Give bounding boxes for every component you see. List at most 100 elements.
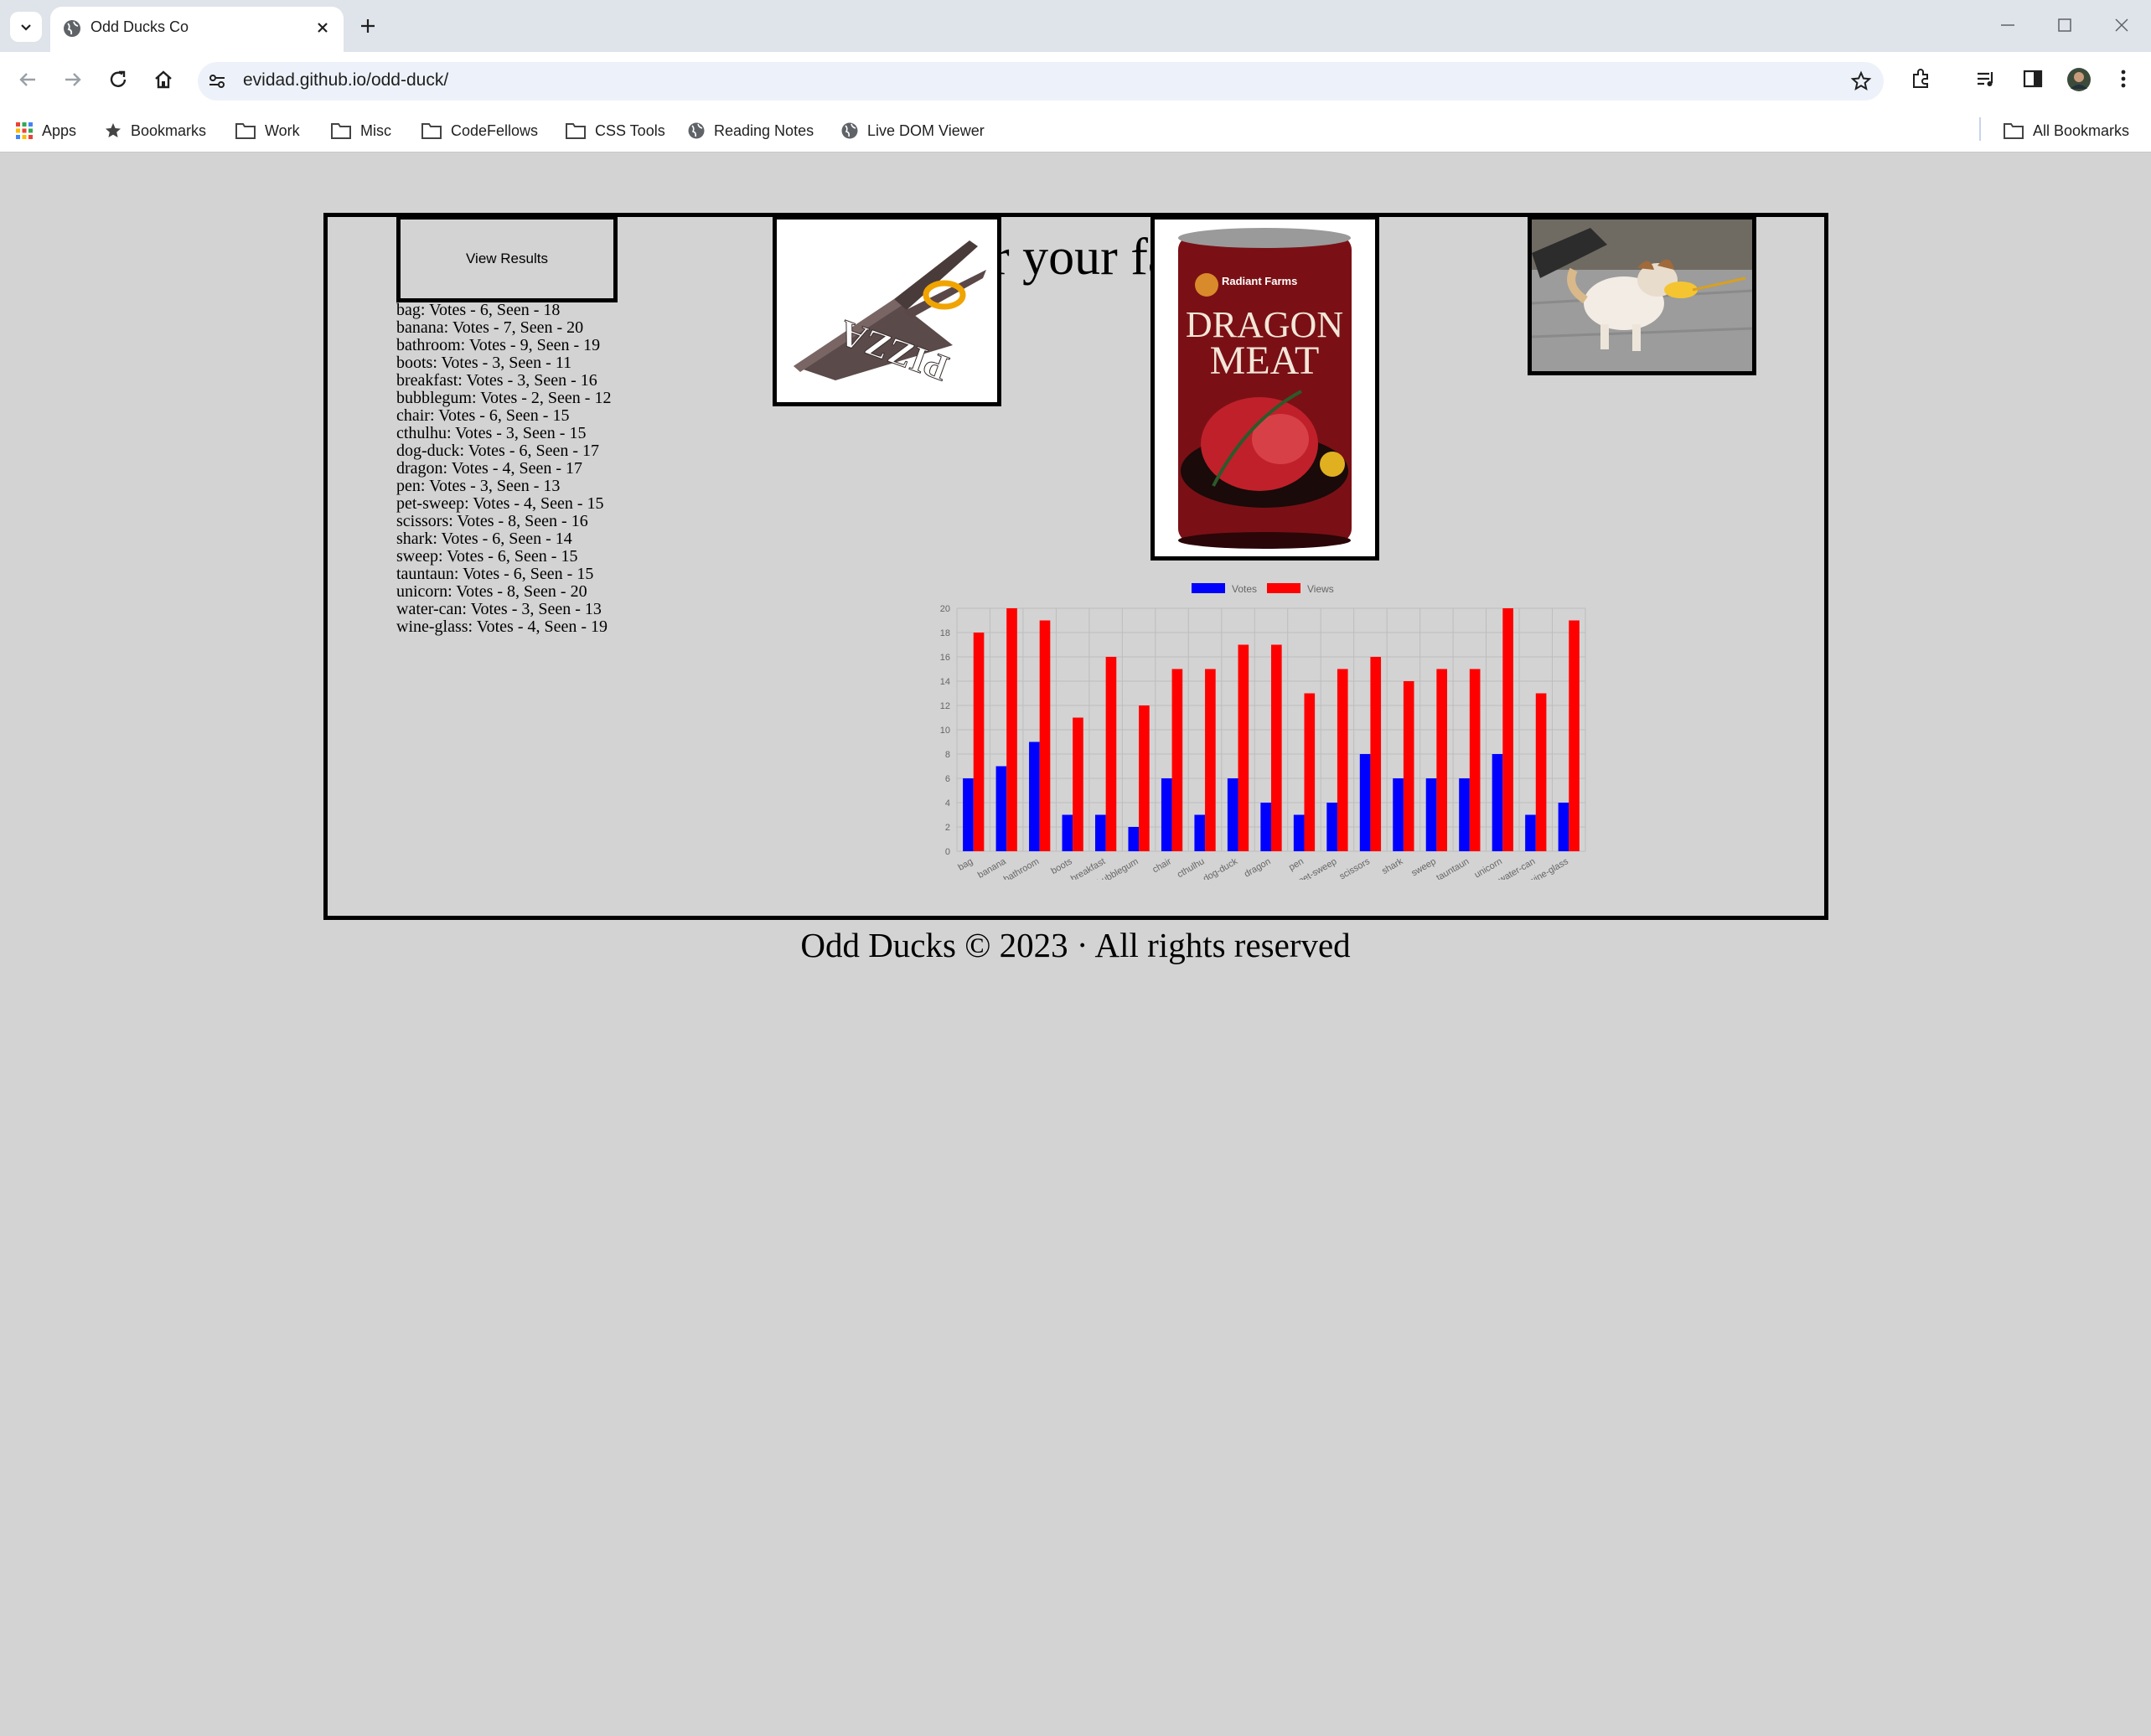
bookmark-star-icon[interactable] xyxy=(1850,70,1872,92)
product-image-dog-duck[interactable] xyxy=(1528,215,1756,375)
x-tick-label: dragon xyxy=(1243,856,1273,880)
folder-icon xyxy=(421,123,442,139)
new-tab-button[interactable] xyxy=(352,10,384,42)
bar-votes xyxy=(1062,814,1073,851)
bookmark-reading-notes[interactable]: Reading Notes xyxy=(687,119,814,142)
url-text: evidad.github.io/odd-duck/ xyxy=(243,70,449,90)
bookmarks-divider xyxy=(1979,117,1981,141)
y-tick-label: 2 xyxy=(945,823,950,833)
bookmark-label: Misc xyxy=(360,121,391,139)
profile-avatar[interactable] xyxy=(2066,67,2092,92)
bar-votes xyxy=(1525,814,1536,851)
y-tick-label: 8 xyxy=(945,750,950,760)
results-chart: 0 2 4 6 8 10 12 14 16 18 20 bag banana bathroom boots b… xyxy=(930,573,1600,888)
x-tick-label: shark xyxy=(1380,856,1405,876)
list-item: shark: Votes - 6, Seen - 14 xyxy=(396,530,572,548)
bar-votes xyxy=(1227,778,1238,851)
forward-arrow-icon[interactable] xyxy=(60,67,85,92)
bar-views xyxy=(1271,644,1282,851)
bar-chart-svg: 02468101214161820bag bananabathroom bootsb… xyxy=(940,583,1586,888)
bookmark-label: Reading Notes xyxy=(714,121,814,139)
bar-views xyxy=(1535,693,1547,851)
bookmark-folder-work[interactable]: Work xyxy=(235,119,300,142)
all-bookmarks-button[interactable]: All Bookmarks xyxy=(2003,119,2129,142)
chevron-down-icon xyxy=(21,24,31,31)
bookmark-folder-codefellows[interactable]: CodeFellows xyxy=(421,119,538,142)
bar-views xyxy=(1337,669,1348,851)
bar-votes xyxy=(963,778,974,851)
x-tick-label: boots xyxy=(1049,856,1074,876)
y-tick-label: 20 xyxy=(940,604,950,614)
list-item: bag: Votes - 6, Seen - 18 xyxy=(396,301,561,319)
results-list: bag: Votes - 6, Seen - 18 banana: Votes … xyxy=(396,302,664,636)
bar-views xyxy=(1304,693,1316,851)
close-window-icon[interactable] xyxy=(2112,15,2132,35)
bookmark-folder-css-tools[interactable]: CSS Tools xyxy=(565,119,665,142)
dog-duck-image xyxy=(1532,220,1752,371)
back-arrow-icon[interactable] xyxy=(15,67,40,92)
bar-votes xyxy=(1393,778,1404,851)
product-image-scissors[interactable]: PIZZA xyxy=(773,215,1001,406)
bar-votes xyxy=(1359,754,1371,851)
minimize-icon[interactable] xyxy=(1998,15,2018,35)
bar-votes xyxy=(1128,827,1140,851)
pizza-scissors-image: PIZZA xyxy=(777,220,997,402)
media-queue-icon[interactable] xyxy=(1974,67,1998,90)
more-menu-icon[interactable] xyxy=(2112,67,2135,90)
view-results-button[interactable]: View Results xyxy=(396,215,618,302)
bar-votes xyxy=(1326,803,1337,851)
side-panel-icon[interactable] xyxy=(2021,67,2045,90)
list-item: boots: Votes - 3, Seen - 11 xyxy=(396,354,572,372)
list-item: bubblegum: Votes - 2, Seen - 12 xyxy=(396,389,612,407)
tab-active[interactable]: Odd Ducks Co xyxy=(50,7,344,52)
bar-views xyxy=(1171,669,1183,851)
bar-votes xyxy=(1260,803,1271,851)
bookmark-folder-misc[interactable]: Misc xyxy=(330,119,391,142)
bar-views xyxy=(1139,705,1150,851)
bar-views xyxy=(1073,717,1083,851)
globe-icon xyxy=(688,122,705,139)
list-item: chair: Votes - 6, Seen - 15 xyxy=(396,406,570,425)
bookmark-label: CSS Tools xyxy=(595,121,665,139)
tab-search-button[interactable] xyxy=(10,12,42,42)
list-item: unicorn: Votes - 8, Seen - 20 xyxy=(396,582,587,601)
x-tick-label: pen xyxy=(1287,856,1306,873)
list-item: cthulhu: Votes - 3, Seen - 15 xyxy=(396,424,587,442)
y-tick-label: 0 xyxy=(945,847,950,857)
site-settings-icon[interactable] xyxy=(208,72,226,90)
close-icon[interactable] xyxy=(313,18,332,37)
dragon-meat-image: Radiant Farms DRAGON MEAT xyxy=(1155,220,1375,556)
address-bar[interactable]: evidad.github.io/odd-duck/ xyxy=(198,62,1884,101)
home-icon[interactable] xyxy=(151,67,176,92)
x-tick-label: chair xyxy=(1150,856,1173,875)
bar-views xyxy=(1436,669,1447,851)
bar-views xyxy=(1205,669,1216,851)
folder-icon xyxy=(331,123,351,139)
bar-votes xyxy=(1492,754,1503,851)
bar-votes xyxy=(1161,778,1172,851)
tab-strip: Odd Ducks Co xyxy=(0,0,2151,52)
legend-swatch-votes xyxy=(1192,583,1225,593)
list-item: sweep: Votes - 6, Seen - 15 xyxy=(396,547,578,566)
x-tick-label: bathroom xyxy=(1002,856,1041,880)
bar-views xyxy=(1238,644,1249,851)
bar-votes xyxy=(1095,814,1106,851)
bookmark-live-dom-viewer[interactable]: Live DOM Viewer xyxy=(840,119,985,142)
bookmark-label: All Bookmarks xyxy=(2033,121,2130,139)
list-item: banana: Votes - 7, Seen - 20 xyxy=(396,318,584,337)
product-image-dragon[interactable]: Radiant Farms DRAGON MEAT xyxy=(1150,215,1379,561)
y-tick-label: 16 xyxy=(940,653,950,663)
list-item: pen: Votes - 3, Seen - 13 xyxy=(396,477,561,495)
maximize-icon[interactable] xyxy=(2055,15,2075,35)
bookmark-apps[interactable]: Apps xyxy=(15,119,76,142)
bar-votes xyxy=(1029,741,1040,851)
bookmark-bookmarks[interactable]: Bookmarks xyxy=(104,119,206,142)
folder-icon xyxy=(566,123,586,139)
can-brand-text: Radiant Farms xyxy=(1222,275,1297,287)
x-tick-label: pet-sweep xyxy=(1296,856,1338,880)
extensions-icon[interactable] xyxy=(1909,67,1932,90)
list-item: dragon: Votes - 4, Seen - 17 xyxy=(396,459,583,478)
bookmark-label: Live DOM Viewer xyxy=(867,121,985,139)
x-tick-label: dog-duck xyxy=(1202,856,1240,880)
reload-icon[interactable] xyxy=(106,67,131,92)
